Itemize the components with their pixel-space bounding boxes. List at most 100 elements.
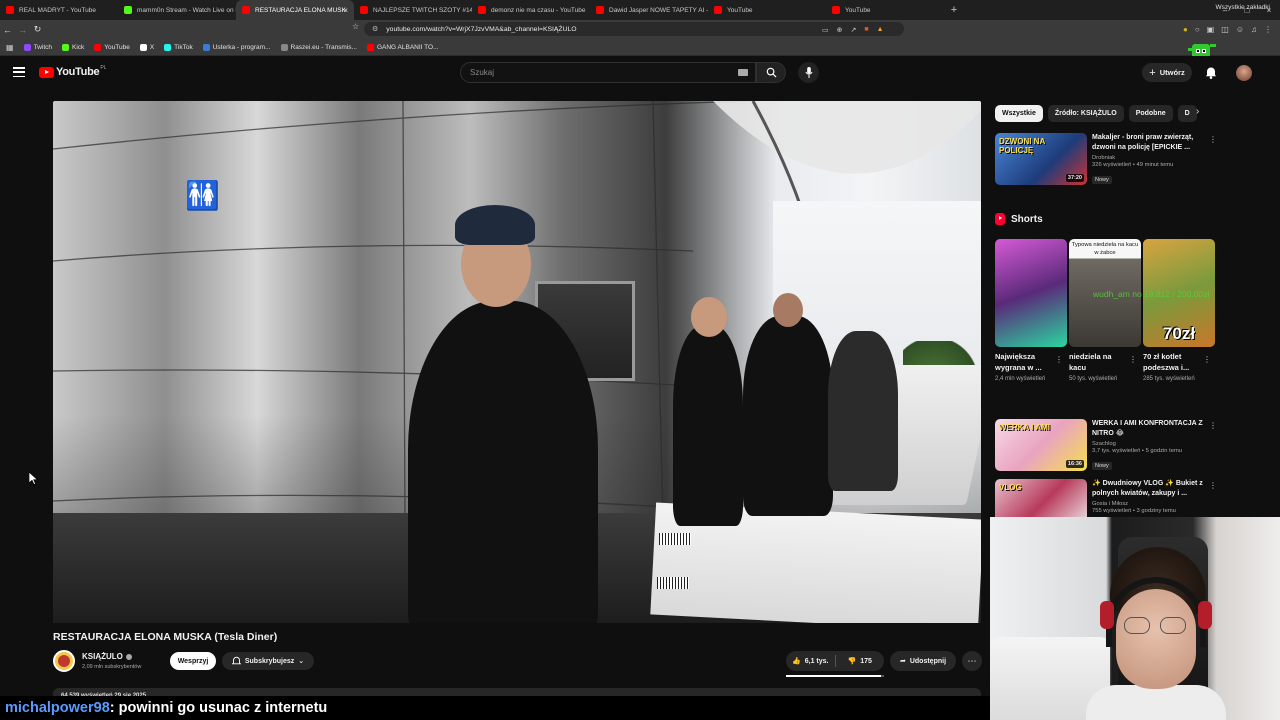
recommended-channel[interactable]: Szachlog [1092,441,1204,447]
bookmark-favicon-icon [139,43,147,51]
share-button[interactable]: ➦ Udostępnij [890,651,956,671]
short-views: 50 tys. wyświetleń [1069,376,1118,382]
filter-chip[interactable]: D [1177,105,1197,122]
short-title[interactable]: Największa wygrana w ... [995,351,1055,373]
short-item[interactable]: Największa wygrana w ... 2,4 mln wyświetl… [995,239,1067,384]
recommended-video[interactable]: VLOG ✨ Dwudniowy VLOG ✨ Bukiet z polnych … [995,479,1220,531]
browser-tab[interactable]: REAL MADRYT - YouTube [0,0,118,20]
tab-close-icon[interactable]: × [343,6,348,15]
more-options-icon[interactable]: ⋮ [1055,355,1063,364]
recommended-channel[interactable]: Gosia i Miłosz [1092,501,1204,507]
profile-icon[interactable]: ☺ [1236,25,1244,34]
mouse-cursor-icon [29,472,38,485]
menu-icon[interactable] [13,67,25,77]
recommended-title[interactable]: ✨ Dwudniowy VLOG ✨ Bukiet z polnych kwia… [1092,479,1204,499]
browser-tab[interactable]: Dawid Jasper NOWE TAPETY AI - Yo [590,0,708,20]
short-item[interactable]: Typowa niedziela na kacu w żabce niedziel… [1069,239,1141,384]
browser-tab[interactable]: demonz nie ma czasu - YouTube [472,0,590,20]
puzzle-icon[interactable]: ▣ [1207,25,1215,34]
bookmark-star-icon[interactable]: ☆ [352,22,359,31]
search-input[interactable]: Szukaj [460,62,756,83]
bookmark-item[interactable]: GANG ALBANII TO... [366,43,439,51]
youtube-logo[interactable]: YouTube PL [39,65,106,78]
browser-tab[interactable]: mamm0n Stream - Watch Live on Ki [118,0,236,20]
dislike-button[interactable]: 👎 175 [836,657,885,666]
tab-title: RESTAURACJA ELONA MUSK [255,6,346,14]
video-person-main [408,301,598,623]
cast-icon[interactable]: ▭ [822,26,829,34]
more-options-icon[interactable]: ⋮ [1203,355,1211,364]
extension-shield-icon[interactable]: ■ [864,26,868,33]
browser-menu-icon[interactable]: ⋮ [1264,25,1272,34]
create-button[interactable]: + Utwórz [1142,63,1192,82]
video-thumbnail[interactable]: WERKA I AMI 16:36 [995,419,1087,471]
browser-tab[interactable]: NAJLEPSZE TWITCH SZOTY #143 [354,0,472,20]
chevron-right-icon[interactable]: › [1196,106,1199,117]
short-title[interactable]: 70 zł kotlet podeszwa i... [1143,351,1203,373]
bookmark-label: YouTube [104,43,130,51]
site-info-icon[interactable]: ⚙ [372,25,378,33]
recommended-channel[interactable]: Drobniak [1092,155,1204,161]
video-thumbnail[interactable]: DZWONI NA POLICJĘ 37:20 [995,133,1087,185]
recommended-video[interactable]: WERKA I AMI 16:36 WERKA I AMI KONFRONTACJA… [995,419,1220,473]
extension-icon-1[interactable]: ● [1183,25,1188,34]
like-button[interactable]: 👍 6,1 tys. [786,657,835,666]
recommended-title[interactable]: WERKA I AMI KONFRONTACJA Z NITRO 😂 [1092,419,1204,439]
bookmark-item[interactable]: X [139,43,154,51]
bookmark-item[interactable]: TikTok [164,43,193,51]
subscribed-button[interactable]: Subskrybujesz ⌄ [222,652,314,670]
zoom-icon[interactable]: ⊕ [837,26,843,34]
webcam-shirt [1086,685,1226,720]
bookmark-item[interactable]: Kick [61,43,85,51]
search-button[interactable] [756,62,786,83]
bookmark-item[interactable]: Usterka - program... [202,43,271,51]
channel-name[interactable]: KSIĄŻULO [82,652,132,661]
extension-icon-2[interactable]: ○ [1195,25,1200,34]
share-page-icon[interactable]: ↗ [851,26,857,34]
support-button[interactable]: Wesprzyj [170,652,216,670]
bookmark-item[interactable]: Twitch [23,43,52,51]
tab-title: YouTube [845,6,871,14]
forward-icon[interactable]: → [15,25,30,35]
all-bookmarks-link[interactable]: Wszystkie zakładki [1215,4,1270,11]
more-options-icon[interactable]: ⋮ [1209,135,1217,144]
chat-username: michalpower98 [5,700,110,716]
account-avatar[interactable] [1236,65,1252,81]
more-options-icon[interactable]: ⋮ [1129,355,1137,364]
reload-icon[interactable]: ↻ [30,24,45,35]
notifications-bell-icon[interactable] [1205,66,1217,79]
bookmark-item[interactable]: Raszei.eu - Transmis... [280,43,357,51]
short-item[interactable]: 70zł 70 zł kotlet podeszwa i... 285 tys. w… [1143,239,1215,384]
more-actions-button[interactable]: ⋯ [962,651,982,671]
alert-icon[interactable]: ▲ [877,26,884,33]
filter-chip[interactable]: Źródło: KSIĄŻULO [1047,105,1124,122]
keyboard-icon[interactable] [738,69,748,76]
more-options-icon[interactable]: ⋮ [1209,481,1217,490]
short-title[interactable]: niedziela na kacu [1069,351,1129,373]
short-thumbnail[interactable] [995,239,1067,347]
bookmark-label: TikTok [174,43,193,51]
video-person-bg-head [691,297,727,337]
shorts-icon [995,213,1005,225]
filter-chip[interactable]: Podobne [1128,105,1173,122]
recommended-title[interactable]: Makaljer - broni praw zwierząt, dzwoni n… [1092,133,1204,153]
browser-tab[interactable]: RESTAURACJA ELONA MUSK × [236,0,354,20]
recommended-video[interactable]: DZWONI NA POLICJĘ 37:20 Makaljer - broni p… [995,133,1220,187]
bookmark-item[interactable]: YouTube [94,43,130,51]
new-tab-button[interactable]: + [944,4,964,16]
tab-title: Dawid Jasper NOWE TAPETY AI - Yo [609,6,708,14]
browser-tab[interactable]: YouTube [708,0,826,20]
voice-search-button[interactable] [798,62,819,83]
video-duration: 37:20 [1065,174,1084,182]
microphone-icon [804,67,813,78]
apps-grid-icon[interactable]: ▦ [6,43,14,52]
back-icon[interactable]: ← [0,25,15,35]
filter-chip[interactable]: Wszystkie [995,105,1043,122]
video-player[interactable]: 🚻 [53,101,981,623]
browser-tab[interactable]: YouTube [826,0,944,20]
more-options-icon[interactable]: ⋮ [1209,421,1217,430]
sidebar-icon[interactable]: ◫ [1221,25,1229,34]
media-icon[interactable]: ♫ [1251,25,1257,34]
bookmark-label: Kick [71,43,85,51]
channel-avatar[interactable] [53,650,75,672]
